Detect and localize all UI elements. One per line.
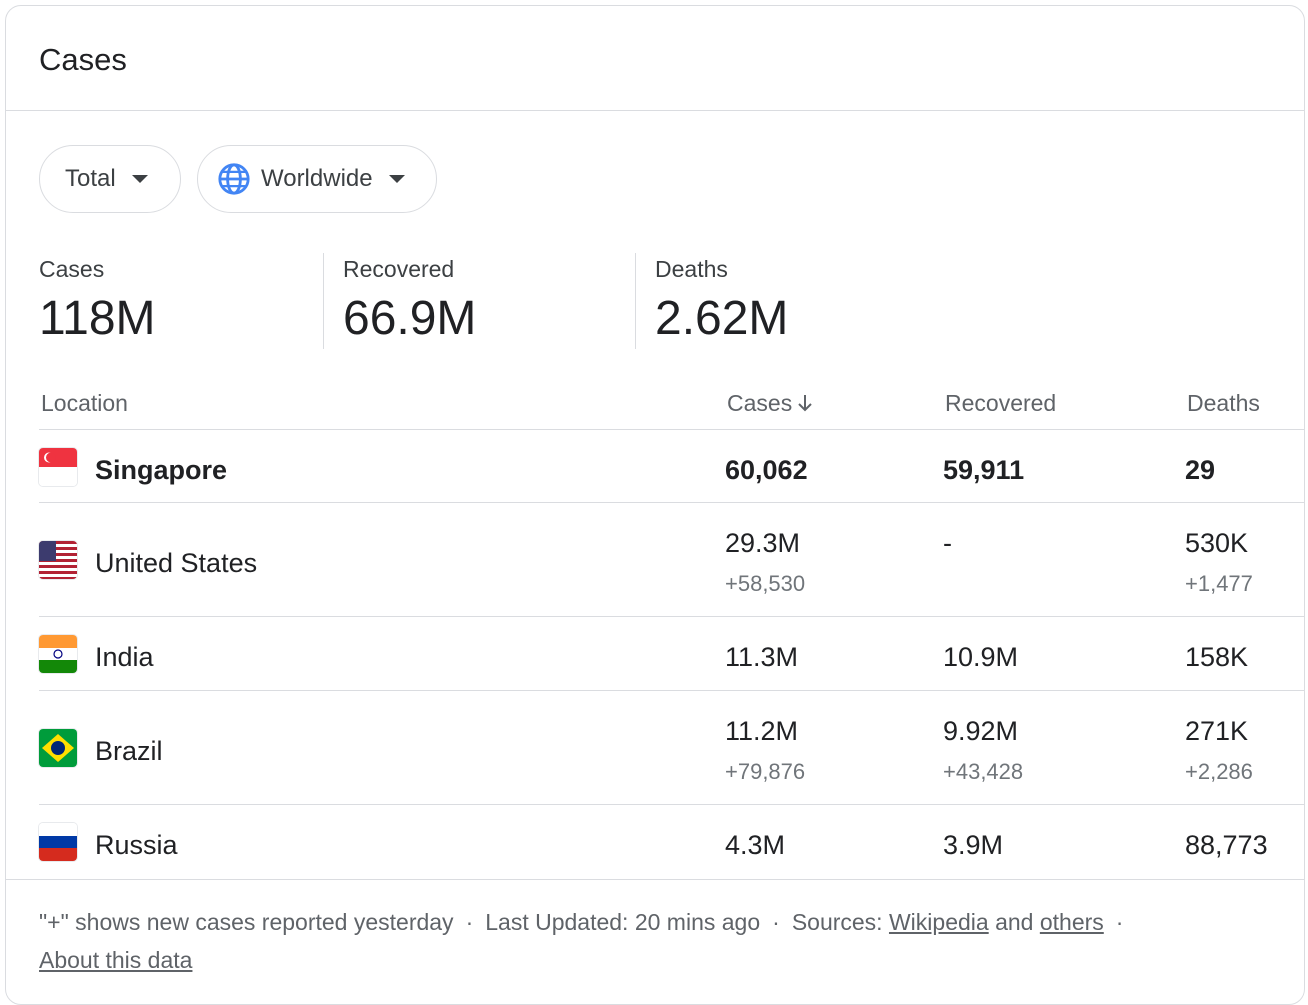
deaths-value: 271K <box>1185 716 1249 746</box>
recovered-value: 9.92M <box>943 716 1019 746</box>
summary-deaths-value: 2.62M <box>655 292 789 345</box>
dropdown-caret-icon <box>388 175 405 183</box>
deaths-value: 530K <box>1185 528 1249 558</box>
cases-value: 11.3M <box>725 642 799 672</box>
column-header-cases-label: Cases <box>727 390 793 416</box>
table-row[interactable]: India 11.3M 10.9M 158K <box>6 617 1304 691</box>
cases-new: +79,876 <box>725 759 806 784</box>
brazil-flag-icon <box>39 729 77 767</box>
table-row[interactable]: Brazil 11.2M +79,876 9.92M +43,428 271K … <box>6 691 1304 805</box>
deaths-new: +1,477 <box>1185 571 1253 596</box>
summary-recovered-value: 66.9M <box>343 292 477 345</box>
summary-recovered: Recovered 66.9M <box>343 256 476 346</box>
cases-value: 60,062 <box>725 455 808 485</box>
recovered-new: +43,428 <box>943 759 1024 784</box>
location-name: United States <box>95 548 258 578</box>
globe-icon <box>218 163 250 195</box>
sort-down-arrow-icon <box>796 390 814 417</box>
card-title: Cases <box>39 42 127 77</box>
column-header-location[interactable]: Location <box>41 390 128 417</box>
others-link[interactable]: others <box>1040 909 1104 935</box>
deaths-new: +2,286 <box>1185 759 1253 784</box>
footer-divider <box>6 879 1304 880</box>
column-header-recovered[interactable]: Recovered <box>945 390 1056 417</box>
location-name: Russia <box>95 830 178 860</box>
summary-deaths: Deaths 2.62M <box>655 256 788 346</box>
and-text: and <box>995 909 1034 935</box>
total-dropdown[interactable]: Total <box>39 145 181 213</box>
russia-flag-icon <box>39 823 77 861</box>
location-name: India <box>95 642 154 672</box>
footer-note: "+" shows new cases reported yesterday <box>39 909 454 935</box>
recovered-value: 3.9M <box>943 830 1004 860</box>
location-name: Singapore <box>95 455 228 485</box>
sources-label: Sources: <box>791 909 883 935</box>
india-flag-icon <box>39 635 77 673</box>
summary-deaths-label: Deaths <box>655 256 728 282</box>
footer-separator: · <box>465 909 474 935</box>
footer: "+" shows new cases reported yesterday · L… <box>39 903 1269 979</box>
summary-cases: Cases 118M <box>39 256 156 346</box>
cases-card: Cases Total Worldwide Cases 118M Recover… <box>5 5 1305 1005</box>
singapore-flag-icon <box>39 448 77 486</box>
cases-value: 4.3M <box>725 830 786 860</box>
summary-cases-value: 118M <box>39 292 156 345</box>
footer-separator: · <box>1115 909 1124 935</box>
location-name: Brazil <box>95 736 163 766</box>
summary-cases-label: Cases <box>39 256 105 282</box>
united-states-flag-icon <box>39 541 77 579</box>
cases-new: +58,530 <box>725 571 806 596</box>
summary-recovered-label: Recovered <box>343 256 455 282</box>
table-row[interactable]: United States 29.3M +58,530 - 530K +1,47… <box>6 503 1304 617</box>
deaths-value: 88,773 <box>1185 830 1268 860</box>
wikipedia-link[interactable]: Wikipedia <box>889 909 989 935</box>
footer-separator: · <box>772 909 780 935</box>
region-dropdown-label: Worldwide <box>261 165 373 192</box>
recovered-value: 10.9M <box>943 642 1019 672</box>
about-data-link[interactable]: About this data <box>39 947 192 973</box>
dropdown-caret-icon <box>131 175 148 183</box>
summary-divider <box>323 253 324 349</box>
cases-value: 29.3M <box>725 528 801 558</box>
recovered-value: - <box>943 528 952 558</box>
deaths-value: 158K <box>1185 642 1249 672</box>
cases-value: 11.2M <box>725 716 799 746</box>
region-dropdown[interactable]: Worldwide <box>197 145 437 213</box>
recovered-value: 59,911 <box>943 455 1025 485</box>
table-row[interactable]: Russia 4.3M 3.9M 88,773 <box>6 805 1304 879</box>
deaths-value: 29 <box>1185 455 1216 485</box>
total-dropdown-label: Total <box>65 165 116 192</box>
summary-divider <box>635 253 636 349</box>
column-header-cases[interactable]: Cases <box>727 390 814 417</box>
header-divider <box>6 110 1304 111</box>
last-updated: Last Updated: 20 mins ago <box>485 909 761 935</box>
table-row[interactable]: Singapore 60,062 59,911 29 <box>6 430 1304 503</box>
column-header-deaths[interactable]: Deaths <box>1187 390 1260 417</box>
